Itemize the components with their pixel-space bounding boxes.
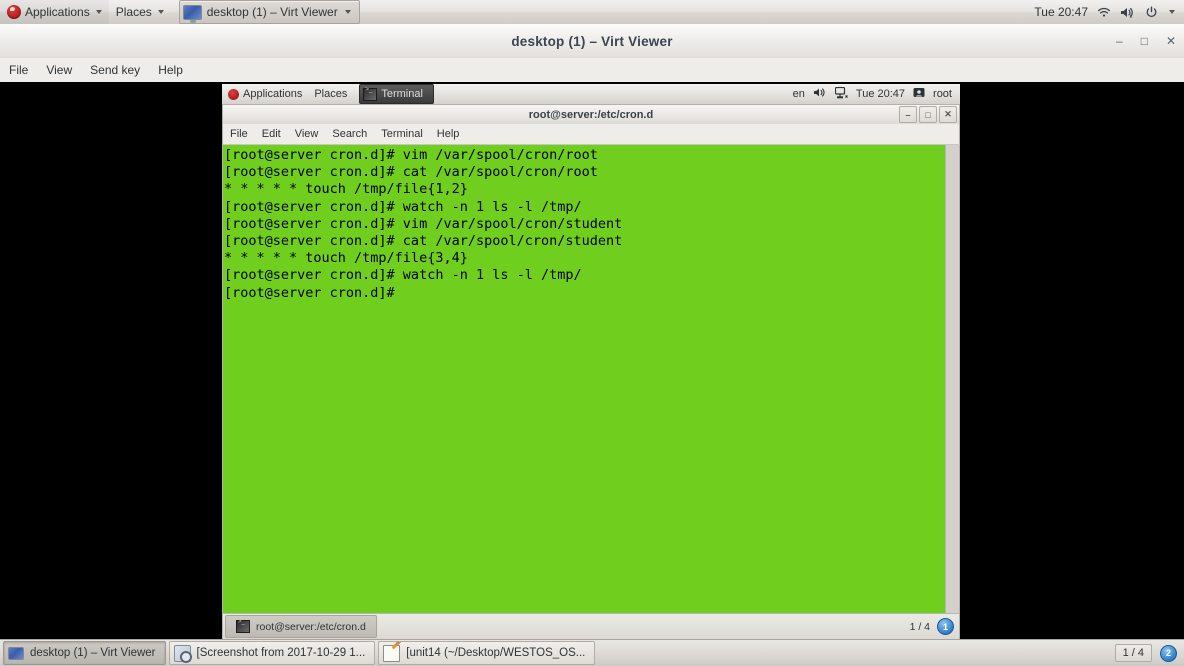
terminal-window-controls: – □ ✕ [899,106,957,123]
virt-viewer-window-controls: – □ ✕ [1116,24,1176,58]
terminal-icon [363,87,378,101]
host-system-tray: Tue 20:47 x [1034,5,1184,19]
host-menu-places[interactable]: Places [109,0,171,24]
host-menu-applications-label: Applications [25,5,90,19]
taskbar-item-screenshot-label: [Screenshot from 2017-10-29 1... [196,647,366,659]
terminal-titlebar: root@server:/etc/cron.d – □ ✕ [222,104,960,124]
screen-root: Applications Places desktop (1) – Virt V… [0,0,1184,666]
chevron-down-icon[interactable] [1169,10,1175,14]
terminal-menubar: File Edit View Search Terminal Help [222,124,960,145]
guest-menu-applications-label: Applications [243,88,303,100]
host-workspace-switcher[interactable]: 1 / 4 2 [1114,644,1184,662]
host-menu-places-label: Places [115,5,152,19]
taskbar-item-virt-viewer-label: desktop (1) – Virt Viewer [30,647,156,659]
monitor-icon [8,646,24,660]
virt-viewer-titlebar: desktop (1) – Virt Viewer – □ ✕ [0,24,1184,59]
chevron-down-icon [157,10,164,14]
guest-menu-places-label: Places [314,88,348,100]
fedora-logo-icon [7,5,21,19]
virt-viewer-menubar: File View Send key Help [0,58,1184,83]
host-window-button-virt-viewer[interactable]: desktop (1) – Virt Viewer [178,0,360,24]
taskbar-item-screenshot[interactable]: [Screenshot from 2017-10-29 1... [168,641,376,665]
terminal-menu-file[interactable]: File [223,124,255,144]
terminal-body[interactable]: [root@server cron.d]# vim /var/spool/cro… [222,145,960,613]
terminal-output[interactable]: [root@server cron.d]# vim /var/spool/cro… [223,145,945,613]
terminal-close-button[interactable]: ✕ [939,106,957,123]
menu-help[interactable]: Help [149,58,192,82]
menu-send-key[interactable]: Send key [81,58,149,82]
taskbar-item-unit14[interactable]: [unit14 (~/Desktop/WESTOS_OS... [378,641,596,665]
terminal-title-label: root@server:/etc/cron.d [528,108,654,121]
host-workspace-badge[interactable]: 2 [1160,644,1177,662]
chevron-down-icon [344,10,351,14]
monitor-icon [182,4,202,23]
volume-icon[interactable] [813,87,827,101]
host-workspace-label[interactable]: 1 / 4 [1114,644,1152,662]
wifi-icon[interactable] [1097,6,1111,18]
guest-menu-places[interactable]: Places [308,84,353,104]
terminal-taskbar-tab-label: root@server:/etc/cron.d [256,620,366,633]
network-icon[interactable] [834,86,848,102]
taskbar-item-virt-viewer[interactable]: desktop (1) – Virt Viewer [3,641,166,665]
menu-view[interactable]: View [37,58,81,82]
keyboard-layout-indicator[interactable]: en [793,88,805,100]
menu-file[interactable]: File [0,58,37,82]
virt-viewer-title: desktop (1) – Virt Viewer [511,33,673,49]
svg-text:x: x [1130,14,1133,19]
terminal-status-bar: root@server:/etc/cron.d 1 / 4 1 [222,613,960,640]
guest-workspace-switcher[interactable]: 1 / 4 1 [910,618,959,635]
volume-muted-icon[interactable]: x [1120,6,1136,19]
guest-window-button-label: Terminal [381,88,423,100]
host-clock[interactable]: Tue 20:47 [1034,5,1088,19]
guest-system-tray: en Tue 20:47 root [793,86,960,102]
host-menu-applications[interactable]: Applications [0,0,109,24]
guest-top-panel: Applications Places Terminal en Tue 20:4… [222,84,960,105]
terminal-menu-terminal[interactable]: Terminal [374,124,430,144]
terminal-menu-edit[interactable]: Edit [255,124,288,144]
guest-user-label[interactable]: root [933,88,952,100]
terminal-minimize-button[interactable]: – [899,106,917,123]
guest-desktop: Applications Places Terminal en Tue 20:4… [222,84,960,640]
terminal-menu-view[interactable]: View [288,124,326,144]
guest-menu-applications[interactable]: Applications [222,84,308,104]
fedora-logo-icon [228,88,239,100]
close-button[interactable]: ✕ [1166,35,1176,47]
taskbar-item-unit14-label: [unit14 (~/Desktop/WESTOS_OS... [406,647,586,659]
guest-workspace-label: 1 / 4 [909,620,930,633]
guest-workspace-badge[interactable]: 1 [937,618,954,635]
gedit-icon [383,644,401,662]
minimize-button[interactable]: – [1116,35,1123,47]
terminal-icon [236,619,250,633]
power-icon[interactable] [1145,6,1158,19]
terminal-window: root@server:/etc/cron.d – □ ✕ File Edit … [222,104,960,640]
chevron-down-icon [95,10,102,14]
user-icon [913,87,925,102]
terminal-menu-search[interactable]: Search [325,124,374,144]
guest-clock[interactable]: Tue 20:47 [856,88,905,100]
terminal-maximize-button[interactable]: □ [919,106,937,123]
maximize-button[interactable]: □ [1141,35,1148,47]
screenshot-icon [173,644,192,663]
host-taskbar: desktop (1) – Virt Viewer [Screenshot fr… [0,639,1184,666]
host-top-panel: Applications Places desktop (1) – Virt V… [0,0,1184,25]
terminal-menu-help[interactable]: Help [430,124,467,144]
guest-window-button-terminal[interactable]: Terminal [359,84,434,104]
host-window-button-label: desktop (1) – Virt Viewer [206,5,338,19]
terminal-taskbar-tab[interactable]: root@server:/etc/cron.d [225,615,377,638]
terminal-scrollbar[interactable] [945,145,959,613]
